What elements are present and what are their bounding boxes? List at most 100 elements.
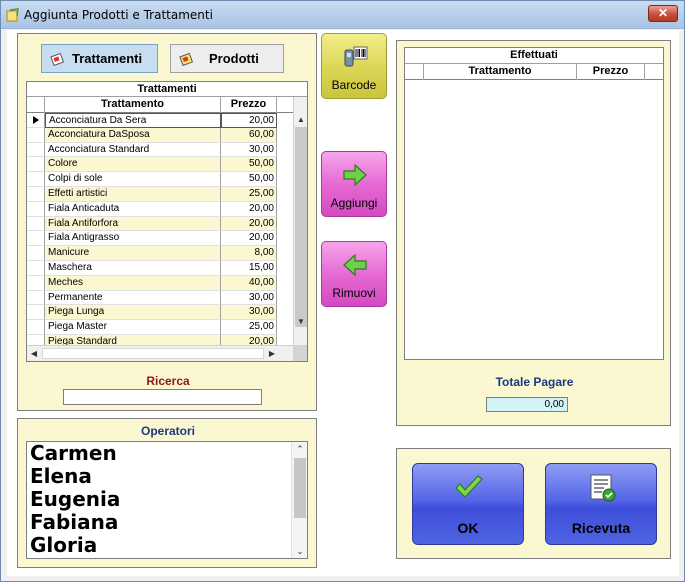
receipt-button[interactable]: Ricevuta [545,463,657,545]
cell-price[interactable]: 20,00 [221,334,277,345]
table-row[interactable]: Fiala Anticaduta 20,00 [27,201,293,217]
cell-treatment[interactable]: Meches [45,275,221,291]
row-selector[interactable] [27,334,45,345]
scroll-down-icon[interactable]: ⌄ [292,544,307,558]
receipt-label: Ricevuta [571,520,631,536]
row-selector[interactable] [27,127,45,143]
row-selector[interactable] [27,260,45,276]
scroll-thumb[interactable] [295,127,307,327]
barcode-button[interactable]: Barcode [321,33,387,99]
list-item[interactable]: Carmen [27,442,307,465]
cell-treatment[interactable]: Piega Master [45,320,221,335]
operators-scrollbar[interactable]: ⌃ ⌄ [291,442,307,558]
table-row[interactable]: Colpi di sole 50,00 [27,172,293,187]
tab-trattamenti[interactable]: Trattamenti [41,44,158,73]
add-button[interactable]: Aggiungi [321,151,387,217]
cell-price[interactable]: 8,00 [221,246,277,261]
title-bar[interactable]: Aggiunta Prodotti e Trattamenti ✕ [1,1,684,29]
column-header-treatment[interactable]: Trattamento [45,97,221,113]
list-item[interactable]: Elena [27,465,307,488]
cell-price[interactable]: 40,00 [221,275,277,291]
table-row[interactable]: Fiala Antiforfora 20,00 [27,216,293,232]
table-row[interactable]: Maschera 15,00 [27,260,293,276]
row-selector[interactable] [27,231,45,247]
cell-treatment[interactable]: Colpi di sole [45,172,221,187]
cell-treatment[interactable]: Acconciatura Standard [45,142,221,158]
list-item[interactable]: Gloria [27,534,307,557]
row-selector[interactable] [27,246,45,261]
search-input[interactable] [63,389,262,405]
vertical-scrollbar[interactable]: ▲ ▼ [293,97,307,345]
done-grid[interactable]: Effettuati Trattamento Prezzo [404,47,664,360]
table-row[interactable]: Colore 50,00 [27,157,293,173]
cell-price[interactable]: 25,00 [221,320,277,335]
scroll-down-icon[interactable]: ▼ [294,315,307,329]
table-row[interactable]: Acconciatura DaSposa 60,00 [27,127,293,143]
cell-price[interactable]: 20,00 [221,216,277,232]
cell-treatment[interactable]: Fiala Antigrasso [45,231,221,247]
treatment-icon [50,52,64,66]
cell-price[interactable]: 20,00 [221,201,277,217]
close-button[interactable]: ✕ [648,5,678,22]
row-selector[interactable] [27,201,45,217]
scroll-up-icon[interactable]: ▲ [294,113,307,127]
cell-price[interactable]: 30,00 [221,142,277,158]
table-row[interactable]: Permanente 30,00 [27,290,293,306]
scroll-thumb-horizontal[interactable] [42,348,264,359]
cell-treatment[interactable]: Piega Lunga [45,305,221,321]
tab-prodotti[interactable]: Prodotti [170,44,284,73]
cell-treatment[interactable]: Fiala Anticaduta [45,201,221,217]
column-header-price[interactable]: Prezzo [221,97,277,113]
cell-treatment[interactable]: Acconciatura Da Sera [45,113,221,128]
operators-list[interactable]: Carmen Elena Eugenia Fabiana Gloria ⌃ ⌄ [26,441,308,559]
ok-button[interactable]: OK [412,463,524,545]
row-selector[interactable] [27,305,45,321]
row-selector[interactable] [27,216,45,232]
treatments-grid[interactable]: Trattamenti Trattamento Prezzo Acconciat… [26,81,308,362]
scroll-right-icon[interactable]: ▶ [265,346,279,361]
cell-price[interactable]: 15,00 [221,260,277,276]
cell-treatment[interactable]: Permanente [45,290,221,306]
scroll-left-icon[interactable]: ◀ [27,346,41,361]
table-row[interactable]: Effetti artistici 25,00 [27,186,293,202]
horizontal-scrollbar[interactable]: ◀ ▶ [27,345,293,361]
cell-treatment[interactable]: Fiala Antiforfora [45,216,221,232]
row-selector[interactable] [27,172,45,187]
table-row[interactable]: Piega Standard 20,00 [27,334,293,345]
row-selector[interactable] [27,275,45,291]
scroll-up-icon[interactable]: ⌃ [292,442,307,456]
row-selector[interactable] [27,113,45,128]
table-row[interactable]: Piega Lunga 30,00 [27,305,293,321]
table-row[interactable]: Meches 40,00 [27,275,293,291]
column-header-treatment[interactable]: Trattamento [424,64,577,80]
cell-treatment[interactable]: Colore [45,157,221,173]
row-selector[interactable] [27,320,45,335]
row-selector[interactable] [27,157,45,173]
table-row[interactable]: Manicure 8,00 [27,246,293,261]
table-row[interactable]: Fiala Antigrasso 20,00 [27,231,293,247]
cell-price[interactable]: 30,00 [221,305,277,321]
cell-price[interactable]: 30,00 [221,290,277,306]
cell-price[interactable]: 20,00 [221,231,277,247]
column-header-price[interactable]: Prezzo [577,64,645,80]
row-selector[interactable] [27,142,45,158]
cell-price[interactable]: 60,00 [221,127,277,143]
scroll-thumb[interactable] [294,458,306,518]
list-item[interactable]: Eugenia [27,488,307,511]
cell-treatment[interactable]: Maschera [45,260,221,276]
row-selector[interactable] [27,186,45,202]
remove-button[interactable]: Rimuovi [321,241,387,307]
cell-price[interactable]: 25,00 [221,186,277,202]
row-selector[interactable] [27,290,45,306]
list-item[interactable]: Fabiana [27,511,307,534]
cell-price[interactable]: 50,00 [221,157,277,173]
cell-treatment[interactable]: Acconciatura DaSposa [45,127,221,143]
table-row[interactable]: Piega Master 25,00 [27,320,293,335]
cell-treatment[interactable]: Effetti artistici [45,186,221,202]
cell-treatment[interactable]: Piega Standard [45,334,221,345]
cell-price[interactable]: 20,00 [221,113,277,128]
table-row[interactable]: Acconciatura Standard 30,00 [27,142,293,158]
table-row[interactable]: Acconciatura Da Sera 20,00 [27,113,293,128]
cell-treatment[interactable]: Manicure [45,246,221,261]
cell-price[interactable]: 50,00 [221,172,277,187]
